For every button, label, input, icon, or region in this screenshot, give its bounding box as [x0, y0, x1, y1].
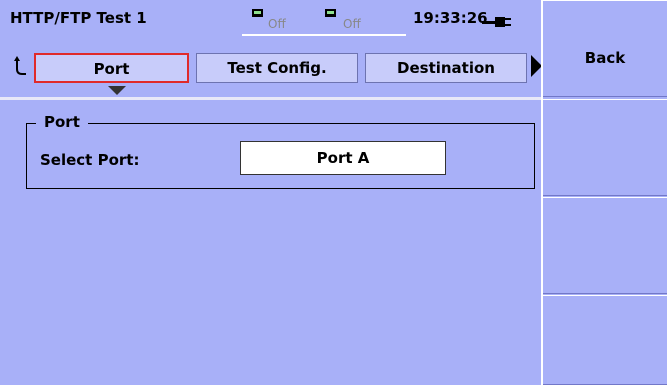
softkey-2[interactable] — [543, 99, 667, 196]
softkey-4[interactable] — [543, 295, 667, 385]
softkey-3[interactable] — [543, 197, 667, 294]
port-group-title: Port — [36, 113, 88, 131]
window-title: HTTP/FTP Test 1 — [10, 9, 147, 27]
status-led-1-underline — [242, 34, 318, 36]
plug-icon — [482, 13, 512, 32]
back-button-label: Back — [584, 49, 626, 67]
tab-test-config[interactable]: Test Config. — [196, 53, 358, 83]
tab-port[interactable]: Port — [34, 53, 189, 83]
select-port-label: Select Port: — [40, 151, 140, 169]
tab-destination[interactable]: Destination — [365, 53, 527, 83]
status-led-1-icon — [252, 9, 263, 17]
clock-display: 19:33:26 — [413, 9, 488, 27]
select-port-field[interactable]: Port A — [240, 141, 446, 175]
status-led-1-label: Off — [268, 17, 286, 31]
status-led-2-icon — [325, 9, 336, 17]
status-led-2-underline — [318, 34, 406, 36]
selected-tab-pointer-icon — [108, 86, 126, 95]
loop-arrow-icon[interactable] — [14, 55, 28, 82]
status-led-2-label: Off — [343, 17, 361, 31]
